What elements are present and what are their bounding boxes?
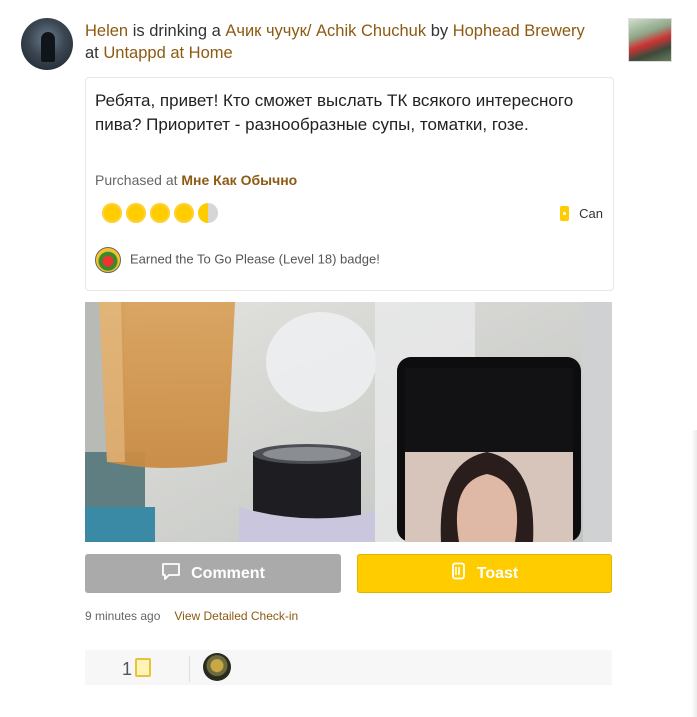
page-edge-shadow: [691, 430, 697, 717]
comment-label: Comment: [191, 564, 265, 582]
beer-link[interactable]: Ачик чучук/ Achik Chuchuk: [225, 22, 426, 40]
rating-cap-3: [148, 201, 172, 225]
toast-mug-icon: [451, 562, 467, 585]
checkin-headline: Helen is drinking a Ачик чучук/ Achik Ch…: [85, 20, 600, 64]
toast-button[interactable]: Toast: [357, 554, 612, 593]
brewery-link[interactable]: Hophead Brewery: [453, 22, 585, 40]
divider: [189, 656, 190, 682]
rating-cap-1: [100, 201, 124, 225]
venue-link[interactable]: Untappd at Home: [103, 44, 232, 62]
rating-cap-2: [124, 201, 148, 225]
comment-bubble-icon: [161, 562, 181, 585]
time-ago: 9 minutes ago: [85, 609, 161, 623]
checkin-meta: 9 minutes ago View Detailed Check-in: [85, 609, 298, 623]
user-link[interactable]: Helen: [85, 22, 128, 40]
photo-image: [85, 302, 612, 542]
toast-count-mug-icon: [135, 658, 152, 677]
at-text: at: [85, 44, 104, 62]
by-text: by: [426, 22, 453, 40]
beer-label-image[interactable]: [628, 18, 672, 62]
badge-earned[interactable]: Earned the To Go Please (Level 18) badge…: [95, 247, 380, 273]
view-detailed-checkin-link[interactable]: View Detailed Check-in: [174, 609, 298, 623]
checkin-card: Ребята, привет! Кто сможет выслать ТК вс…: [85, 77, 614, 291]
can-icon: [560, 206, 570, 221]
serving-label: Can: [579, 206, 603, 221]
checkin-comment: Ребята, привет! Кто сможет выслать ТК вс…: [95, 91, 574, 134]
purchased-at: Purchased at Мне Как Обычно: [95, 172, 297, 188]
purchased-place-link[interactable]: Мне Как Обычно: [181, 172, 297, 188]
comment-button[interactable]: Comment: [85, 554, 341, 593]
toaster-avatar[interactable]: [203, 653, 231, 681]
toast-count[interactable]: 1: [122, 658, 152, 680]
toast-count-value: 1: [122, 659, 133, 679]
checkin-photo[interactable]: [85, 302, 612, 542]
serving-type: Can: [560, 206, 603, 221]
verb-text: is drinking a: [128, 22, 226, 40]
toast-summary: 1: [85, 650, 612, 685]
badge-text: Earned the To Go Please (Level 18) badge…: [130, 251, 380, 267]
badge-icon: [95, 247, 121, 273]
toast-label: Toast: [476, 564, 519, 582]
rating-cap-5: [196, 201, 220, 225]
rating-cap-4: [172, 201, 196, 225]
purchased-prefix: Purchased at: [95, 172, 182, 188]
user-avatar[interactable]: [21, 18, 73, 70]
